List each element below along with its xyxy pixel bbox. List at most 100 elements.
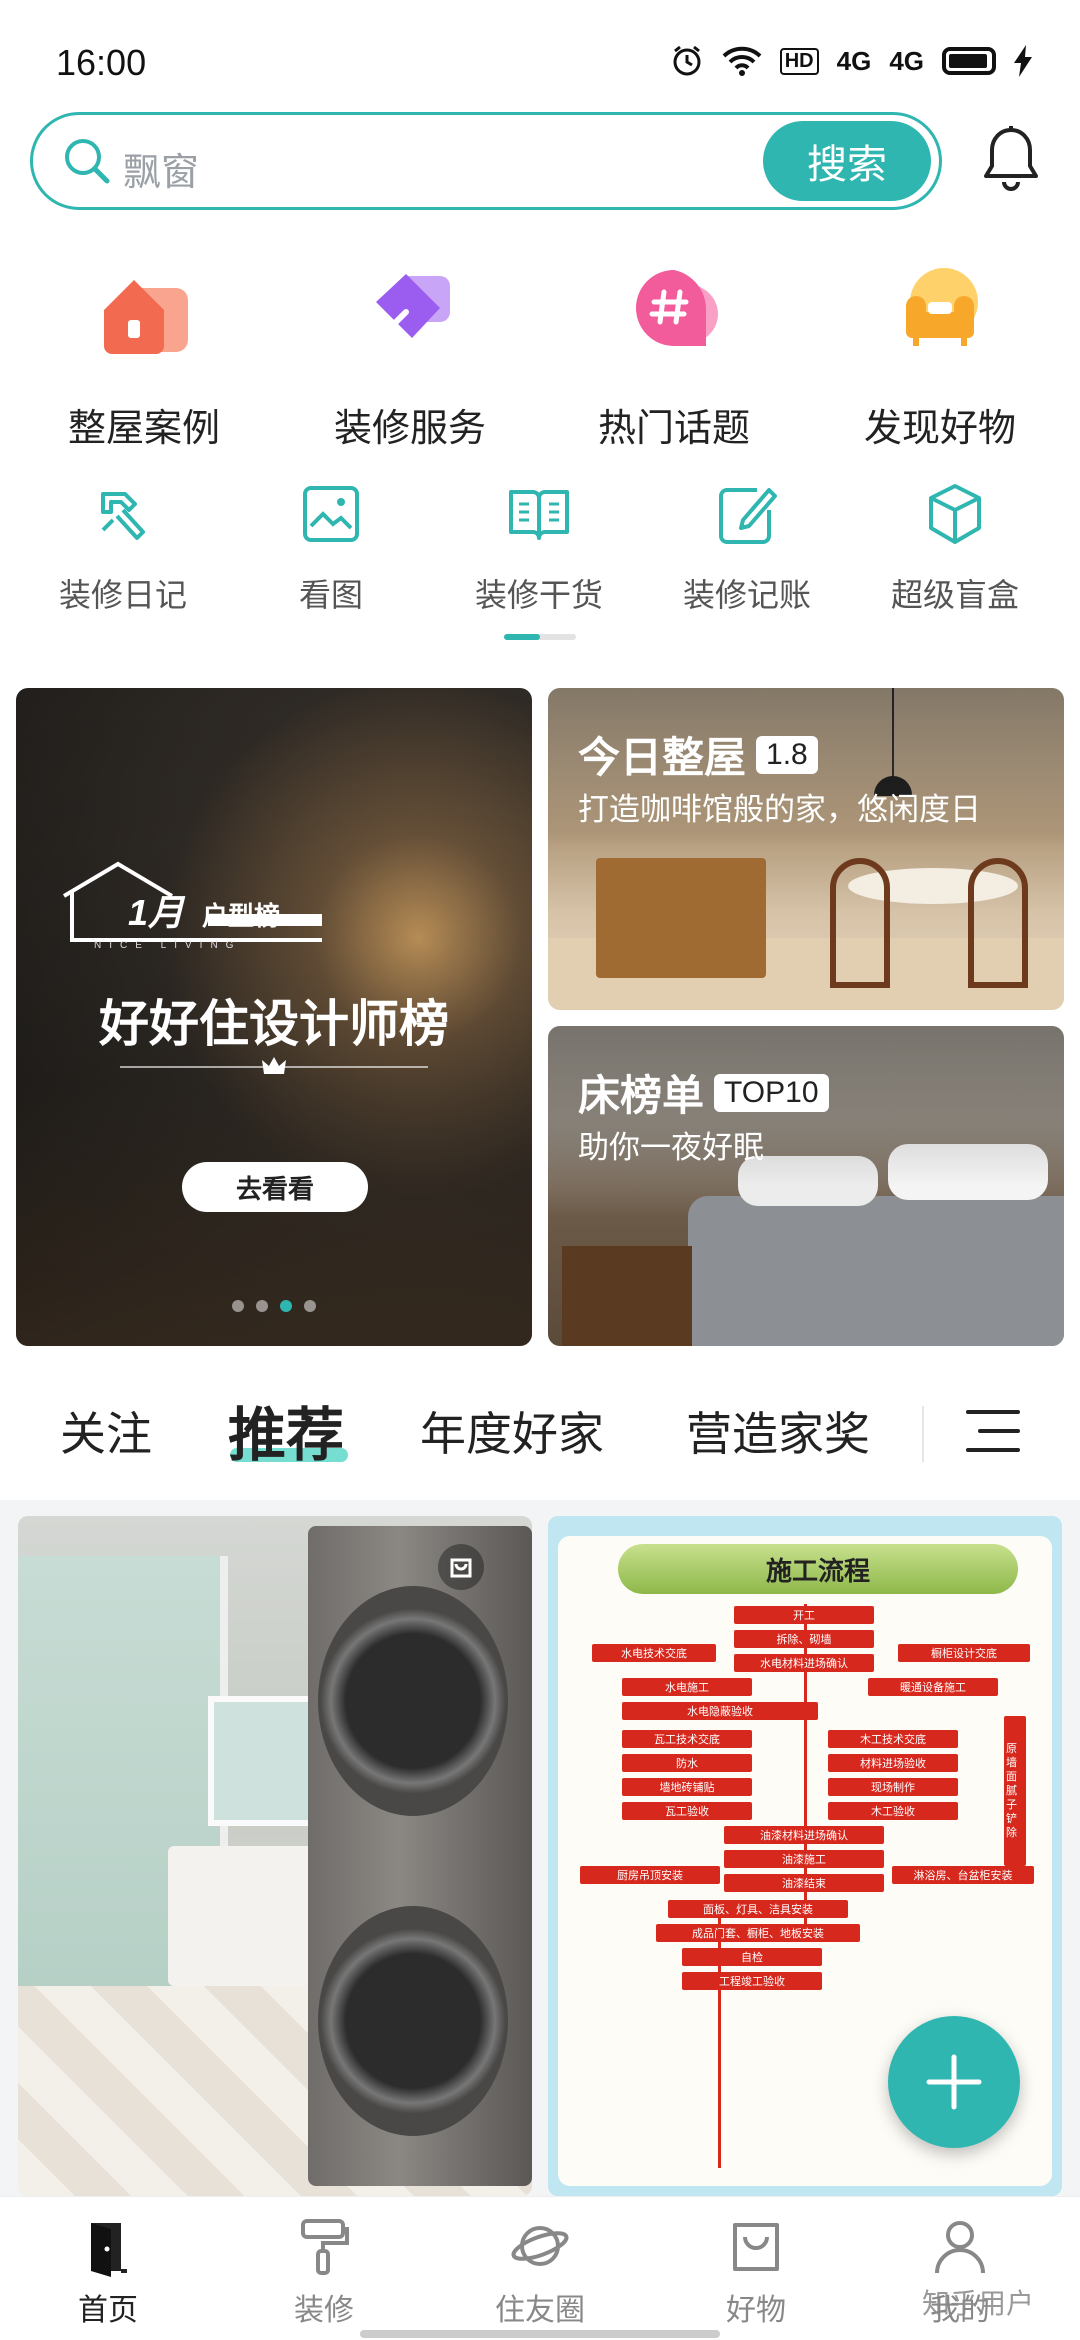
- banner-title-text: 今日整屋: [578, 734, 747, 781]
- nav-whole-house-cases[interactable]: 整屋案例: [24, 262, 264, 452]
- banner-subtitle: 打造咖啡馆般的家，悠闲度日: [578, 792, 981, 827]
- nav-renovation-services[interactable]: 装修服务: [290, 262, 530, 452]
- search-icon: [65, 139, 110, 184]
- hammer-icon: [101, 492, 145, 540]
- flow-step: 开工: [734, 1606, 874, 1624]
- nav-label: 热门话题: [597, 408, 750, 450]
- nav-view-pictures[interactable]: 看图: [236, 480, 426, 616]
- book-icon: [509, 490, 569, 540]
- shopping-bag-icon: [733, 2223, 779, 2271]
- banner-title: 床榜单 TOP10: [578, 1062, 829, 1123]
- alarm-icon: [673, 45, 701, 76]
- tab-recommended[interactable]: 推荐: [228, 1388, 344, 1472]
- bottom-nav-community[interactable]: 住友圈: [460, 2215, 620, 2329]
- banner-left-title: 好好住设计师榜: [99, 996, 449, 1052]
- banner-photo-bed: [688, 1196, 1064, 1346]
- crown-icon: [262, 1057, 286, 1074]
- battery-icon: [942, 47, 996, 75]
- banner-bed-ranking[interactable]: 床榜单 TOP10 助你一夜好眠: [548, 1026, 1064, 1346]
- banner-date-badge: 1.8: [756, 735, 818, 774]
- status-icons: HD 4G 4G: [670, 44, 1032, 78]
- picture-icon: [303, 486, 359, 542]
- nav-renovation-diary[interactable]: 装修日记: [28, 480, 218, 616]
- flow-step: 淋浴房、台盆柜安装: [892, 1866, 1034, 1884]
- feed-card-bathroom[interactable]: [18, 1516, 532, 2196]
- flow-step: 油漆施工: [724, 1850, 884, 1868]
- home-indicator[interactable]: [360, 2330, 720, 2338]
- planet-icon: [511, 2226, 569, 2266]
- add-post-button[interactable]: [888, 2016, 1020, 2148]
- nav-label: 发现好物: [863, 408, 1016, 450]
- flow-step: 成品门套、橱柜、地板安装: [656, 1924, 860, 1942]
- nav-renovation-tips[interactable]: 装修干货: [444, 480, 634, 616]
- flow-step: 瓦工技术交底: [622, 1730, 752, 1748]
- banner-today-whole-house[interactable]: 今日整屋 1.8 打造咖啡馆般的家，悠闲度日: [548, 688, 1064, 1010]
- flow-step: 水电隐蔽验收: [622, 1702, 818, 1720]
- main-category-nav: 整屋案例 装修服务 热门话题 发现好物: [0, 262, 1080, 450]
- banner-photo-nightstand: [562, 1246, 692, 1346]
- banner-title: 今日整屋 1.8: [578, 724, 818, 785]
- bottom-nav-label: 首页: [78, 2294, 138, 2327]
- hd-icon: HD: [779, 47, 819, 75]
- nav-discover-goods[interactable]: 发现好物: [820, 262, 1060, 452]
- search-input[interactable]: 飘窗 搜索: [30, 112, 942, 210]
- nav-renovation-bookkeeping[interactable]: 装修记账: [652, 480, 842, 616]
- flow-step: 油漆结束: [724, 1874, 884, 1892]
- nav-label: 装修记账: [682, 577, 811, 613]
- nav-label: 装修日记: [58, 577, 187, 613]
- menu-icon[interactable]: [966, 1406, 1020, 1456]
- carousel-dot: [256, 1300, 268, 1312]
- bottom-nav-label: 好物: [726, 2294, 786, 2327]
- nav-label: 看图: [298, 577, 363, 613]
- sofa-icon: [906, 268, 978, 346]
- wifi-icon: [722, 46, 762, 76]
- nav-hot-topics[interactable]: 热门话题: [554, 262, 794, 452]
- search-placeholder: 飘窗: [123, 152, 200, 194]
- charging-icon: [1014, 45, 1032, 77]
- search-button[interactable]: 搜索: [763, 121, 931, 201]
- status-bar: 16:00 HD 4G 4G: [0, 0, 1080, 100]
- card-photo-mirror: [208, 1696, 318, 1826]
- card-photo-drum: [318, 1906, 508, 2136]
- banner-subtitle: 助你一夜好眠: [578, 1130, 764, 1165]
- flow-step: 原墙面腻子铲除: [1004, 1716, 1026, 1866]
- bell-icon[interactable]: [980, 124, 1042, 194]
- nav-label: 装修服务: [333, 408, 486, 450]
- bottom-nav-renovation[interactable]: 装修: [244, 2215, 404, 2329]
- flow-step: 暖通设备施工: [868, 1678, 998, 1696]
- flow-step: 现场制作: [828, 1778, 958, 1796]
- banner-left-tag: 户型榜: [202, 901, 281, 931]
- nav-super-blind-box[interactable]: 超级盲盒: [860, 480, 1050, 616]
- flow-step: 厨房吊顶安装: [580, 1866, 720, 1884]
- banner-designer-ranking[interactable]: 1月 户型榜 NICE LIVING 好好住设计师榜 去看看: [16, 688, 532, 1346]
- banner-photo-chair: [830, 858, 890, 988]
- flow-step: 拆除、砌墙: [734, 1630, 874, 1648]
- shopping-bag-icon[interactable]: [438, 1544, 484, 1590]
- flow-step: 木工技术交底: [828, 1730, 958, 1748]
- bottom-nav-goods[interactable]: 好物: [676, 2215, 836, 2329]
- carousel-dot: [304, 1300, 316, 1312]
- banner-title-text: 床榜单: [578, 1072, 705, 1119]
- sub-category-nav: 装修日记 看图 装修干货 装修记账 超级盲盒: [0, 480, 1080, 620]
- status-time: 16:00: [56, 42, 147, 83]
- notepad-icon: [719, 488, 777, 544]
- flow-step: 油漆材料进场确认: [724, 1826, 884, 1844]
- tab-home-award[interactable]: 营造家奖: [686, 1398, 870, 1464]
- feed-tabs: 关注 推荐 年度好家 营造家奖: [0, 1368, 1080, 1496]
- bottom-nav-home[interactable]: 首页: [28, 2215, 188, 2329]
- flow-step: 面板、灯具、洁具安装: [668, 1900, 848, 1918]
- tab-annual-good-home[interactable]: 年度好家: [420, 1398, 604, 1464]
- flow-step: 橱柜设计交底: [898, 1644, 1030, 1662]
- nav-label: 整屋案例: [67, 408, 220, 450]
- card-photo-drum: [318, 1586, 508, 1816]
- go-see-button[interactable]: 去看看: [182, 1162, 368, 1212]
- tab-following[interactable]: 关注: [60, 1398, 152, 1464]
- carousel-dots: [16, 1300, 532, 1312]
- paint-roller-icon: [301, 2219, 349, 2275]
- carousel-dot-active: [280, 1300, 292, 1312]
- card-photo-vanity: [168, 1846, 328, 1986]
- bottom-nav-label: 住友圈: [495, 2294, 585, 2327]
- divider: [922, 1406, 924, 1462]
- carousel-dot: [232, 1300, 244, 1312]
- user-icon: [935, 2221, 985, 2274]
